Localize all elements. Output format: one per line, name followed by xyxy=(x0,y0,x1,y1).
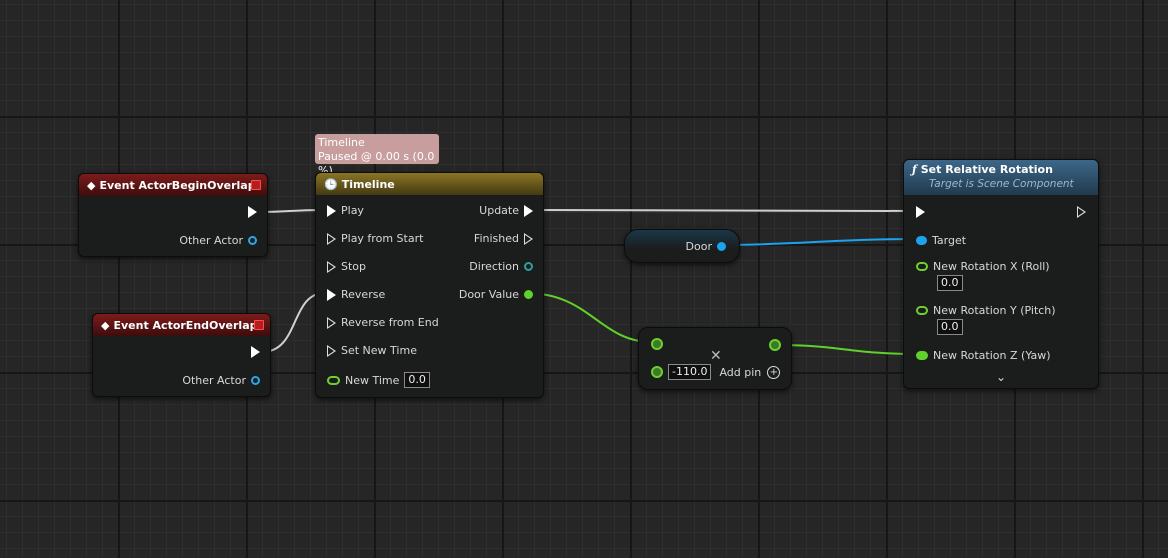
tooltip-title: Timeline xyxy=(318,136,365,149)
finished-label: Finished xyxy=(473,232,519,245)
event-begin-overlap-header[interactable]: ◆ Event ActorBeginOverlap xyxy=(79,174,267,196)
door-variable-node[interactable]: Door xyxy=(624,229,740,263)
delegate-pin-icon[interactable] xyxy=(251,180,261,190)
door-value-label: Door Value xyxy=(458,288,519,301)
add-node[interactable]: ✕ -110.0 Add pin + xyxy=(638,327,792,390)
yaw-label: New Rotation Z (Yaw) xyxy=(933,349,1051,362)
event-diamond-icon: ◆ xyxy=(101,318,110,332)
expand-chevron-icon[interactable]: ⌄ xyxy=(996,370,1006,384)
wire-door-to-target xyxy=(716,238,917,246)
other-actor-pin[interactable] xyxy=(251,376,260,385)
delegate-pin-icon[interactable] xyxy=(254,320,264,330)
target-pin[interactable] xyxy=(916,236,927,245)
reverse-exec-pin[interactable] xyxy=(327,288,336,301)
play-label: Play xyxy=(341,204,364,217)
update-label: Update xyxy=(479,204,519,217)
stop-exec-pin[interactable] xyxy=(327,260,336,273)
add-output-pin[interactable] xyxy=(769,339,781,351)
wire-update-to-set-rotation xyxy=(531,209,914,212)
play-from-start-label: Play from Start xyxy=(341,232,424,245)
set-relative-rotation-subtitle: Target is Scene Component xyxy=(929,178,1074,190)
wire-add-to-yaw xyxy=(777,344,919,355)
door-label: Door xyxy=(685,240,712,253)
set-rotation-exec-in-pin[interactable] xyxy=(916,206,925,218)
target-label: Target xyxy=(932,234,967,247)
function-icon: ƒ xyxy=(912,163,917,176)
set-new-time-exec-pin[interactable] xyxy=(327,344,336,357)
set-rotation-exec-out-pin[interactable] xyxy=(1077,206,1086,218)
other-actor-pin[interactable] xyxy=(248,236,257,245)
add-input-b-pin[interactable] xyxy=(651,366,663,378)
new-time-pin[interactable] xyxy=(327,375,340,385)
timeline-header[interactable]: 🕒 Timeline xyxy=(316,173,543,195)
set-relative-rotation-header[interactable]: ƒ Set Relative Rotation Target is Scene … xyxy=(904,160,1098,195)
reverse-label: Reverse xyxy=(341,288,386,301)
event-end-overlap-title: Event ActorEndOverlap xyxy=(113,318,258,332)
set-relative-rotation-node[interactable]: ƒ Set Relative Rotation Target is Scene … xyxy=(903,159,1099,389)
new-time-field[interactable]: 0.0 xyxy=(404,372,430,388)
timeline-title: Timeline xyxy=(341,177,395,191)
roll-field[interactable]: 0.0 xyxy=(937,275,963,291)
exec-out-pin[interactable] xyxy=(251,346,260,358)
direction-pin[interactable] xyxy=(524,262,533,271)
add-input-a-pin[interactable] xyxy=(651,338,663,350)
add-input-b-field[interactable]: -110.0 xyxy=(668,364,712,380)
stop-label: Stop xyxy=(341,260,367,273)
finished-exec-pin[interactable] xyxy=(524,232,533,245)
door-output-pin[interactable] xyxy=(717,242,726,251)
set-new-time-label: Set New Time xyxy=(341,344,417,357)
pitch-pin[interactable] xyxy=(916,306,928,315)
roll-pin[interactable] xyxy=(916,262,928,271)
clock-icon: 🕒 xyxy=(324,177,338,191)
reverse-from-end-exec-pin[interactable] xyxy=(327,316,336,329)
event-diamond-icon: ◆ xyxy=(87,178,96,192)
event-begin-overlap-node[interactable]: ◆ Event ActorBeginOverlap Other Actor xyxy=(78,173,268,257)
add-pin-plus-icon[interactable]: + xyxy=(767,365,781,379)
event-begin-overlap-title: Event ActorBeginOverlap xyxy=(99,178,256,192)
new-time-label: New Time xyxy=(345,373,400,387)
add-multiply-icon: ✕ xyxy=(710,348,722,364)
update-exec-pin[interactable] xyxy=(524,204,533,217)
play-exec-pin[interactable] xyxy=(327,204,336,217)
add-pin-label[interactable]: Add pin xyxy=(719,366,761,379)
wire-door-value-to-add xyxy=(525,292,653,343)
pitch-label: New Rotation Y (Pitch) xyxy=(933,304,1056,317)
set-relative-rotation-title: Set Relative Rotation xyxy=(920,163,1053,176)
timeline-node[interactable]: 🕒 Timeline Play Play from Start Stop Rev… xyxy=(315,172,544,398)
other-actor-label: Other Actor xyxy=(182,374,246,387)
exec-out-pin[interactable] xyxy=(248,206,257,218)
timeline-status-tooltip: Timeline Paused @ 0.00 s (0.0 %) xyxy=(315,134,439,177)
other-actor-label: Other Actor xyxy=(179,234,243,247)
event-end-overlap-node[interactable]: ◆ Event ActorEndOverlap Other Actor xyxy=(92,313,271,397)
play-from-start-exec-pin[interactable] xyxy=(327,232,336,245)
yaw-pin[interactable] xyxy=(916,351,928,360)
roll-label: New Rotation X (Roll) xyxy=(933,260,1050,273)
door-value-pin[interactable] xyxy=(524,290,533,299)
reverse-from-end-label: Reverse from End xyxy=(341,316,439,329)
pitch-field[interactable]: 0.0 xyxy=(937,319,963,335)
direction-label: Direction xyxy=(469,260,519,273)
event-end-overlap-header[interactable]: ◆ Event ActorEndOverlap xyxy=(93,314,270,336)
